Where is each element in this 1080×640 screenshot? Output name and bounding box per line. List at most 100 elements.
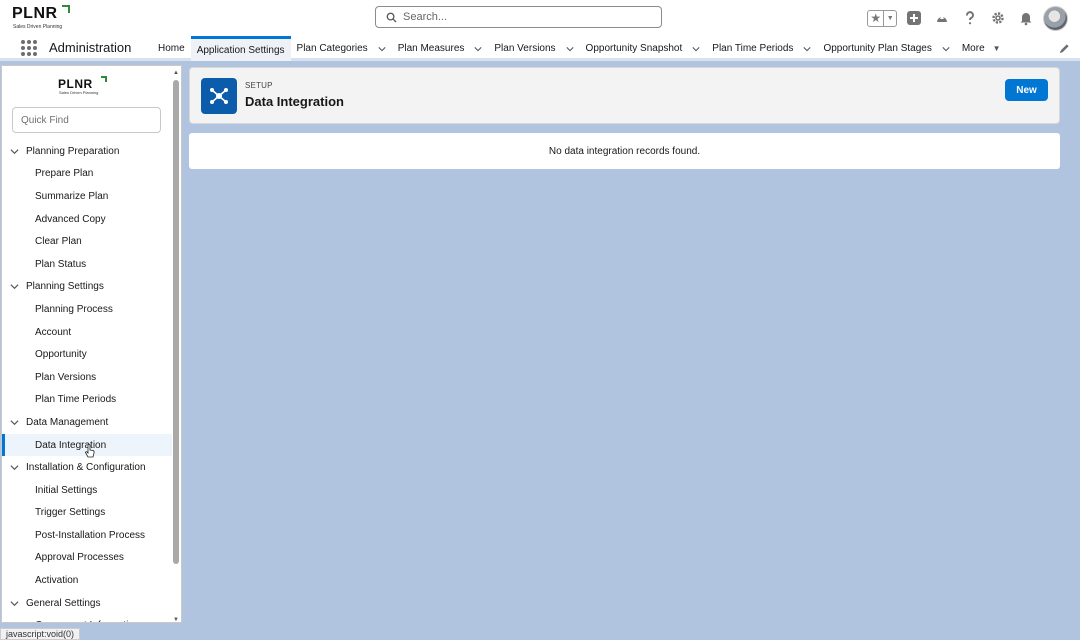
sidebar-item-label: Plan Time Periods bbox=[35, 394, 117, 406]
sidebar-item-prepare-plan[interactable]: Prepare Plan bbox=[2, 163, 172, 186]
nav-tab-plan-categories[interactable]: Plan Categories bbox=[291, 36, 392, 61]
sidebar-item-plan-status[interactable]: Plan Status bbox=[2, 253, 172, 276]
sidebar-item-component-information[interactable]: Component Information bbox=[2, 614, 172, 622]
chevron-down-icon[interactable] bbox=[692, 45, 700, 53]
favorites-star-icon[interactable]: ★ bbox=[868, 10, 885, 26]
nav-tab-application-settings[interactable]: Application Settings bbox=[190, 36, 291, 61]
chevron-down-icon[interactable] bbox=[942, 45, 950, 53]
sidebar-item-label: Plan Versions bbox=[35, 371, 97, 383]
nav-more-menu[interactable]: More ▼ bbox=[956, 36, 1007, 61]
quick-find-input[interactable] bbox=[12, 107, 161, 133]
sidebar-item-post-installation-process[interactable]: Post-Installation Process bbox=[2, 524, 172, 547]
plnr-logo[interactable]: PLNR Sales Driven Planning bbox=[12, 5, 82, 33]
scroll-down-icon[interactable]: ▼ bbox=[172, 617, 180, 622]
nav-tab-label: Opportunity Plan Stages bbox=[823, 43, 932, 54]
favorites-menu-icon[interactable]: ▼ bbox=[884, 15, 896, 22]
trailhead-icon[interactable] bbox=[931, 7, 953, 29]
nav-tab-label: Home bbox=[158, 43, 185, 54]
sidebar-section-data-management[interactable]: Data Management bbox=[2, 411, 172, 434]
sidebar-item-label: Summarize Plan bbox=[35, 190, 109, 202]
nav-tab-home[interactable]: Home bbox=[152, 36, 191, 61]
section-chevron-down-icon[interactable] bbox=[10, 418, 19, 427]
sidebar-logo: PLNR Sales Driven Planning bbox=[58, 76, 118, 100]
sidebar-logo-mark-icon bbox=[101, 76, 107, 82]
search-input[interactable] bbox=[403, 11, 643, 23]
sidebar-item-label: Prepare Plan bbox=[35, 168, 94, 180]
section-chevron-down-icon[interactable] bbox=[10, 599, 19, 608]
scrollbar-thumb[interactable] bbox=[173, 80, 179, 564]
global-search[interactable] bbox=[375, 6, 662, 28]
sidebar-item-clear-plan[interactable]: Clear Plan bbox=[2, 230, 172, 253]
sidebar-section-installation-configuration[interactable]: Installation & Configuration bbox=[2, 456, 172, 479]
sidebar-item-plan-time-periods[interactable]: Plan Time Periods bbox=[2, 389, 172, 412]
sidebar-item-plan-versions[interactable]: Plan Versions bbox=[2, 366, 172, 389]
user-avatar[interactable] bbox=[1043, 5, 1068, 31]
favorites-button[interactable]: ★ ▼ bbox=[867, 9, 897, 27]
section-chevron-down-icon[interactable] bbox=[10, 463, 19, 472]
sidebar-section-label: General Settings bbox=[26, 597, 101, 609]
sidebar-item-label: Account bbox=[35, 326, 72, 338]
sidebar-item-advanced-copy[interactable]: Advanced Copy bbox=[2, 208, 172, 231]
sidebar-item-label: Opportunity bbox=[35, 349, 87, 361]
notification-bell-icon[interactable] bbox=[1015, 7, 1037, 29]
sidebar-item-activation[interactable]: Activation bbox=[2, 569, 172, 592]
nav-tab-plan-measures[interactable]: Plan Measures bbox=[392, 36, 489, 61]
chevron-down-icon[interactable] bbox=[565, 45, 574, 53]
help-icon[interactable] bbox=[959, 7, 981, 29]
setup-gear-icon[interactable] bbox=[987, 7, 1009, 29]
sidebar-item-label: Component Information bbox=[35, 620, 140, 622]
sidebar-scrollbar[interactable]: ▲ ▼ bbox=[172, 70, 180, 622]
sidebar-section-general-settings[interactable]: General Settings bbox=[2, 592, 172, 615]
nav-tab-plan-time-periods[interactable]: Plan Time Periods bbox=[706, 36, 817, 61]
sidebar-tree: Planning Preparation Prepare Plan Summariz… bbox=[2, 140, 172, 622]
section-chevron-down-icon[interactable] bbox=[10, 147, 19, 156]
edit-nav-pencil-icon[interactable] bbox=[1059, 43, 1070, 54]
status-bar-url: javascript:void(0) bbox=[0, 628, 81, 640]
scroll-up-icon[interactable]: ▲ bbox=[172, 70, 180, 76]
logo-text: PLNR bbox=[12, 5, 58, 22]
sidebar-section-label: Planning Settings bbox=[26, 281, 104, 293]
new-button[interactable]: New bbox=[1005, 79, 1048, 101]
sidebar-section-planning-preparation[interactable]: Planning Preparation bbox=[2, 140, 172, 163]
empty-state-card: No data integration records found. bbox=[189, 133, 1060, 169]
chevron-down-icon[interactable] bbox=[803, 45, 812, 53]
setup-sidebar: PLNR Sales Driven Planning Planning Prep… bbox=[1, 65, 182, 623]
sidebar-item-account[interactable]: Account bbox=[2, 321, 172, 344]
sidebar-item-label: Data Integration bbox=[35, 439, 107, 451]
data-integration-icon bbox=[201, 78, 237, 114]
chevron-down-icon[interactable] bbox=[378, 45, 386, 53]
sidebar-item-planning-process[interactable]: Planning Process bbox=[2, 298, 172, 321]
add-icon[interactable] bbox=[903, 7, 925, 29]
nav-tab-opportunity-snapshot[interactable]: Opportunity Snapshot bbox=[580, 36, 707, 61]
sidebar-section-planning-settings[interactable]: Planning Settings bbox=[2, 276, 172, 299]
section-chevron-down-icon[interactable] bbox=[10, 282, 19, 291]
sidebar-item-opportunity[interactable]: Opportunity bbox=[2, 343, 172, 366]
nav-tab-opportunity-plan-stages[interactable]: Opportunity Plan Stages bbox=[817, 36, 955, 61]
sidebar-section-label: Planning Preparation bbox=[26, 145, 120, 157]
search-icon bbox=[386, 12, 397, 23]
nav-tabs: Home Application Settings Plan Categories P… bbox=[152, 36, 1007, 61]
nav-tab-label: Plan Categories bbox=[296, 43, 368, 54]
chevron-down-icon[interactable] bbox=[474, 45, 482, 53]
page-header: SETUP Data Integration New bbox=[189, 67, 1060, 124]
logo-tagline: Sales Driven Planning bbox=[13, 24, 63, 30]
sidebar-item-label: Post-Installation Process bbox=[35, 529, 146, 541]
sidebar-item-label: Planning Process bbox=[35, 303, 113, 315]
app-navigation-bar: Administration Home Application Settings P… bbox=[0, 36, 1080, 61]
sidebar-item-label: Trigger Settings bbox=[35, 507, 106, 519]
header-actions: ★ ▼ bbox=[867, 4, 1068, 32]
sidebar-item-summarize-plan[interactable]: Summarize Plan bbox=[2, 185, 172, 208]
sidebar-item-trigger-settings[interactable]: Trigger Settings bbox=[2, 502, 172, 525]
sidebar-item-label: Advanced Copy bbox=[35, 213, 106, 225]
page-title: Data Integration bbox=[245, 94, 344, 109]
sidebar-item-label: Clear Plan bbox=[35, 236, 82, 248]
sidebar-item-label: Plan Status bbox=[35, 258, 87, 270]
sidebar-item-label: Initial Settings bbox=[35, 484, 98, 496]
caret-down-icon: ▼ bbox=[992, 44, 1001, 53]
nav-tab-label: Application Settings bbox=[196, 44, 285, 56]
nav-tab-label: Plan Time Periods bbox=[712, 43, 794, 54]
sidebar-item-approval-processes[interactable]: Approval Processes bbox=[2, 547, 172, 570]
app-launcher-icon[interactable] bbox=[21, 40, 37, 56]
nav-tab-plan-versions[interactable]: Plan Versions bbox=[488, 36, 579, 61]
sidebar-item-initial-settings[interactable]: Initial Settings bbox=[2, 479, 172, 502]
